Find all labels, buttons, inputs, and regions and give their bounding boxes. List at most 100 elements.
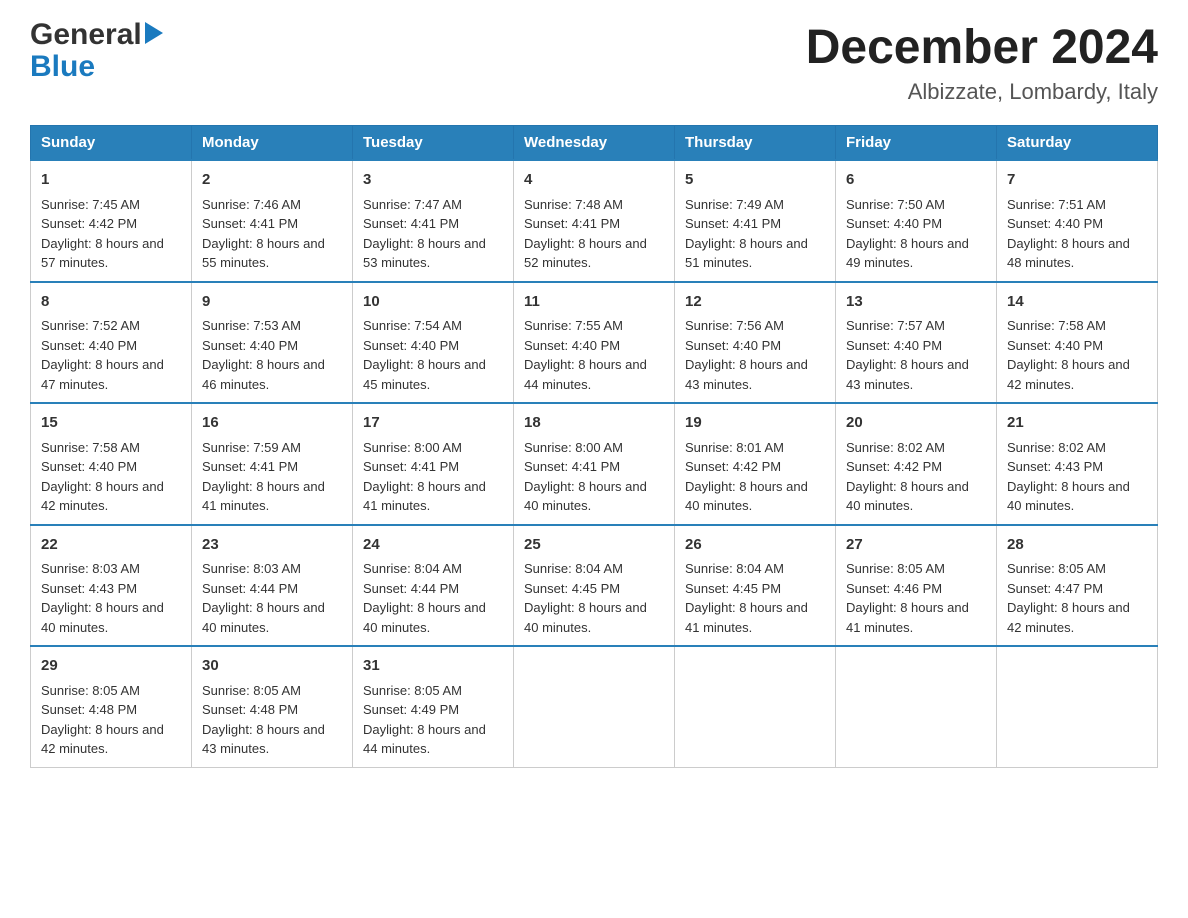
sunset-text: Sunset: 4:40 PM [41, 338, 137, 353]
logo-arrow-icon [145, 22, 163, 48]
daylight-text: Daylight: 8 hours and 57 minutes. [41, 236, 164, 271]
day-cell-20: 20 Sunrise: 8:02 AM Sunset: 4:42 PM Dayl… [836, 403, 997, 525]
sunset-text: Sunset: 4:44 PM [363, 581, 459, 596]
sunrise-text: Sunrise: 7:50 AM [846, 197, 945, 212]
day-cell-6: 6 Sunrise: 7:50 AM Sunset: 4:40 PM Dayli… [836, 160, 997, 282]
daylight-text: Daylight: 8 hours and 40 minutes. [1007, 479, 1130, 514]
day-cell-12: 12 Sunrise: 7:56 AM Sunset: 4:40 PM Dayl… [675, 282, 836, 404]
daylight-text: Daylight: 8 hours and 40 minutes. [685, 479, 808, 514]
title-section: December 2024 Albizzate, Lombardy, Italy [806, 20, 1158, 105]
sunrise-text: Sunrise: 7:58 AM [1007, 318, 1106, 333]
day-number: 19 [685, 412, 825, 435]
sunrise-text: Sunrise: 8:04 AM [524, 561, 623, 576]
week-row-2: 8 Sunrise: 7:52 AM Sunset: 4:40 PM Dayli… [31, 282, 1158, 404]
day-number: 9 [202, 291, 342, 314]
daylight-text: Daylight: 8 hours and 42 minutes. [41, 479, 164, 514]
sunrise-text: Sunrise: 8:00 AM [363, 440, 462, 455]
sunrise-text: Sunrise: 8:02 AM [846, 440, 945, 455]
day-number: 2 [202, 169, 342, 192]
page-header: General Blue December 2024 Albizzate, Lo… [30, 20, 1158, 105]
day-number: 20 [846, 412, 986, 435]
empty-cell [836, 646, 997, 767]
daylight-text: Daylight: 8 hours and 43 minutes. [846, 357, 969, 392]
calendar-table: SundayMondayTuesdayWednesdayThursdayFrid… [30, 125, 1158, 768]
sunrise-text: Sunrise: 7:48 AM [524, 197, 623, 212]
sunset-text: Sunset: 4:41 PM [202, 459, 298, 474]
location-text: Albizzate, Lombardy, Italy [806, 79, 1158, 105]
sunset-text: Sunset: 4:40 PM [363, 338, 459, 353]
header-saturday: Saturday [997, 126, 1158, 161]
sunset-text: Sunset: 4:45 PM [524, 581, 620, 596]
sunset-text: Sunset: 4:41 PM [363, 216, 459, 231]
logo-blue-text: Blue [30, 50, 95, 83]
sunset-text: Sunset: 4:40 PM [846, 216, 942, 231]
day-cell-27: 27 Sunrise: 8:05 AM Sunset: 4:46 PM Dayl… [836, 525, 997, 647]
daylight-text: Daylight: 8 hours and 44 minutes. [524, 357, 647, 392]
day-number: 7 [1007, 169, 1147, 192]
sunrise-text: Sunrise: 8:05 AM [846, 561, 945, 576]
header-monday: Monday [192, 126, 353, 161]
sunset-text: Sunset: 4:40 PM [524, 338, 620, 353]
daylight-text: Daylight: 8 hours and 42 minutes. [1007, 600, 1130, 635]
sunset-text: Sunset: 4:40 PM [846, 338, 942, 353]
sunset-text: Sunset: 4:45 PM [685, 581, 781, 596]
header-sunday: Sunday [31, 126, 192, 161]
sunrise-text: Sunrise: 7:54 AM [363, 318, 462, 333]
sunset-text: Sunset: 4:41 PM [685, 216, 781, 231]
sunrise-text: Sunrise: 7:45 AM [41, 197, 140, 212]
sunset-text: Sunset: 4:40 PM [41, 459, 137, 474]
sunset-text: Sunset: 4:41 PM [524, 216, 620, 231]
day-number: 8 [41, 291, 181, 314]
daylight-text: Daylight: 8 hours and 41 minutes. [202, 479, 325, 514]
sunrise-text: Sunrise: 8:04 AM [363, 561, 462, 576]
logo-general-text: General [30, 20, 142, 50]
header-friday: Friday [836, 126, 997, 161]
daylight-text: Daylight: 8 hours and 41 minutes. [685, 600, 808, 635]
day-number: 3 [363, 169, 503, 192]
daylight-text: Daylight: 8 hours and 47 minutes. [41, 357, 164, 392]
daylight-text: Daylight: 8 hours and 49 minutes. [846, 236, 969, 271]
sunset-text: Sunset: 4:41 PM [363, 459, 459, 474]
day-cell-13: 13 Sunrise: 7:57 AM Sunset: 4:40 PM Dayl… [836, 282, 997, 404]
day-cell-5: 5 Sunrise: 7:49 AM Sunset: 4:41 PM Dayli… [675, 160, 836, 282]
sunset-text: Sunset: 4:40 PM [685, 338, 781, 353]
sunrise-text: Sunrise: 7:46 AM [202, 197, 301, 212]
day-number: 23 [202, 534, 342, 557]
month-title: December 2024 [806, 20, 1158, 75]
day-cell-26: 26 Sunrise: 8:04 AM Sunset: 4:45 PM Dayl… [675, 525, 836, 647]
day-cell-9: 9 Sunrise: 7:53 AM Sunset: 4:40 PM Dayli… [192, 282, 353, 404]
sunset-text: Sunset: 4:48 PM [202, 702, 298, 717]
day-cell-31: 31 Sunrise: 8:05 AM Sunset: 4:49 PM Dayl… [353, 646, 514, 767]
week-row-1: 1 Sunrise: 7:45 AM Sunset: 4:42 PM Dayli… [31, 160, 1158, 282]
day-number: 13 [846, 291, 986, 314]
day-cell-22: 22 Sunrise: 8:03 AM Sunset: 4:43 PM Dayl… [31, 525, 192, 647]
sunrise-text: Sunrise: 7:52 AM [41, 318, 140, 333]
header-thursday: Thursday [675, 126, 836, 161]
sunrise-text: Sunrise: 8:02 AM [1007, 440, 1106, 455]
sunrise-text: Sunrise: 7:49 AM [685, 197, 784, 212]
empty-cell [675, 646, 836, 767]
day-number: 12 [685, 291, 825, 314]
daylight-text: Daylight: 8 hours and 41 minutes. [846, 600, 969, 635]
day-number: 11 [524, 291, 664, 314]
sunset-text: Sunset: 4:41 PM [524, 459, 620, 474]
day-number: 18 [524, 412, 664, 435]
day-number: 29 [41, 655, 181, 678]
sunrise-text: Sunrise: 8:03 AM [41, 561, 140, 576]
week-row-3: 15 Sunrise: 7:58 AM Sunset: 4:40 PM Dayl… [31, 403, 1158, 525]
week-row-4: 22 Sunrise: 8:03 AM Sunset: 4:43 PM Dayl… [31, 525, 1158, 647]
day-number: 17 [363, 412, 503, 435]
sunset-text: Sunset: 4:40 PM [1007, 216, 1103, 231]
sunset-text: Sunset: 4:43 PM [1007, 459, 1103, 474]
day-cell-14: 14 Sunrise: 7:58 AM Sunset: 4:40 PM Dayl… [997, 282, 1158, 404]
sunset-text: Sunset: 4:42 PM [846, 459, 942, 474]
daylight-text: Daylight: 8 hours and 41 minutes. [363, 479, 486, 514]
day-cell-17: 17 Sunrise: 8:00 AM Sunset: 4:41 PM Dayl… [353, 403, 514, 525]
sunrise-text: Sunrise: 8:05 AM [41, 683, 140, 698]
sunset-text: Sunset: 4:42 PM [41, 216, 137, 231]
day-cell-4: 4 Sunrise: 7:48 AM Sunset: 4:41 PM Dayli… [514, 160, 675, 282]
sunrise-text: Sunrise: 7:59 AM [202, 440, 301, 455]
sunrise-text: Sunrise: 8:05 AM [363, 683, 462, 698]
daylight-text: Daylight: 8 hours and 40 minutes. [524, 479, 647, 514]
sunrise-text: Sunrise: 7:56 AM [685, 318, 784, 333]
